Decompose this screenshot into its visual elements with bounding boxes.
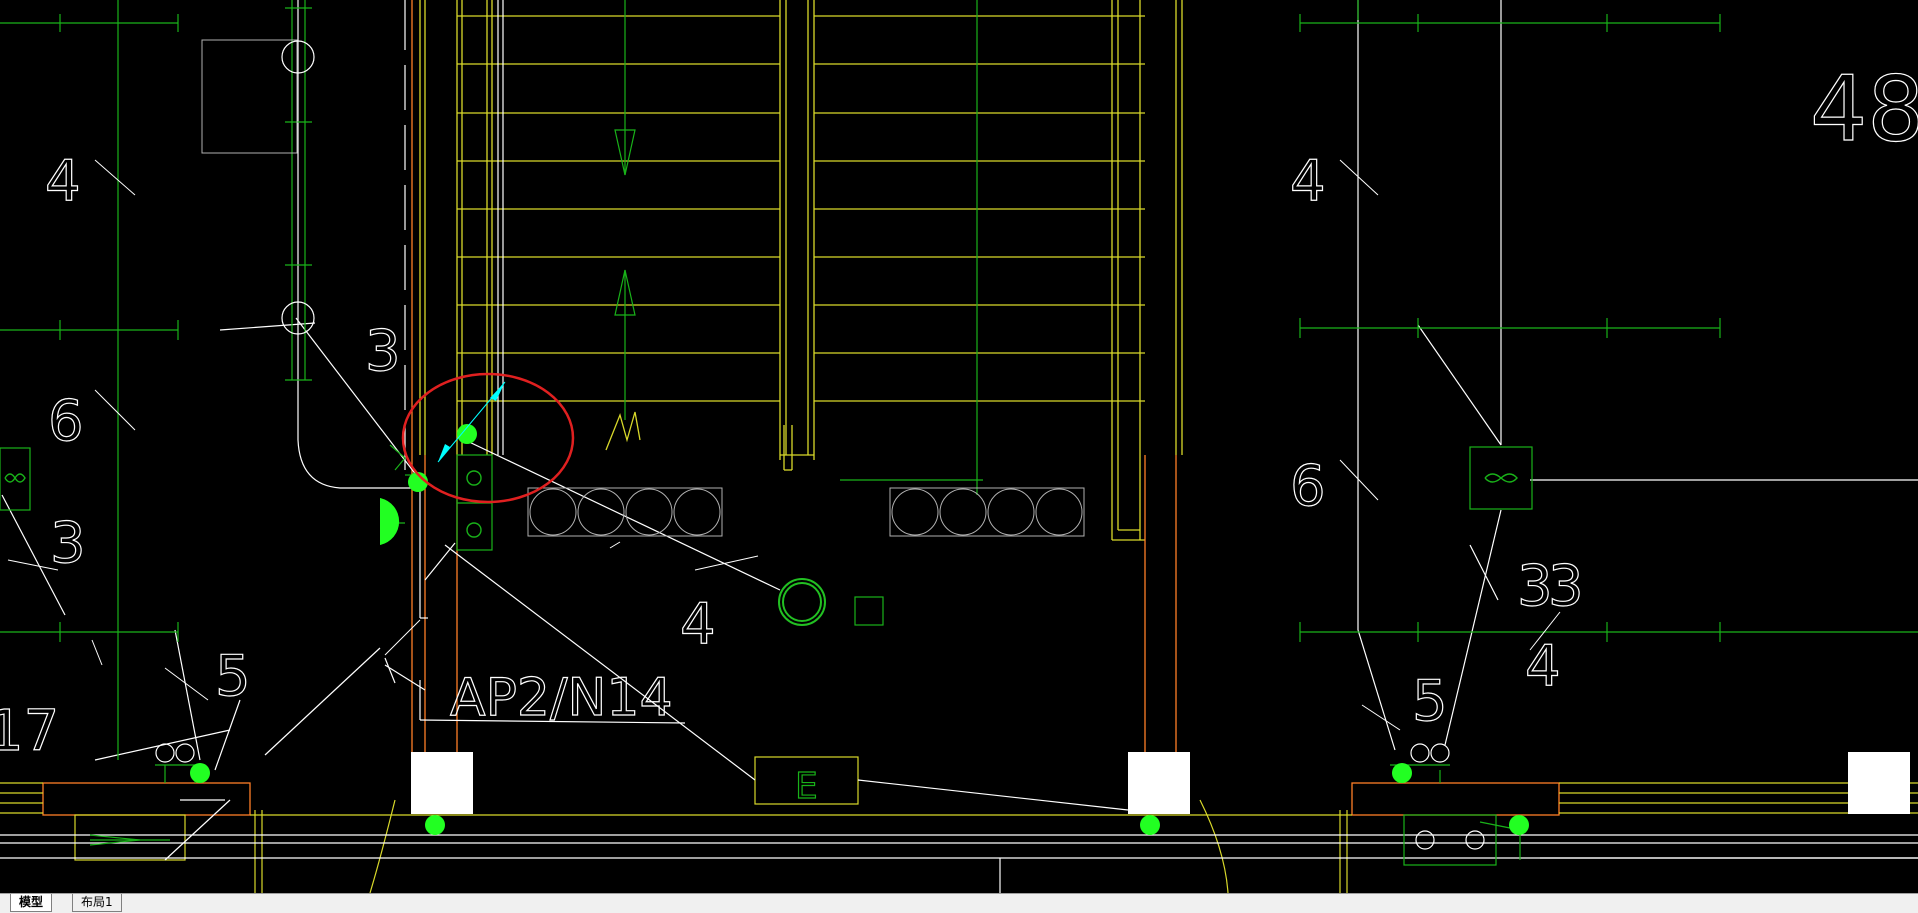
- label-num-3a: 3: [365, 319, 401, 384]
- tab-layout1[interactable]: 布局1: [72, 894, 122, 912]
- label-48: 48: [1810, 57, 1918, 162]
- label-num-4d: 4: [1525, 634, 1561, 699]
- label-circuit-id: AP2/N14: [450, 668, 673, 728]
- label-num-4b: 4: [680, 592, 716, 657]
- cad-application-window: AP2/N14 E 48 4 6 3 3 5 17 4 3 4 6 3 4 5 …: [0, 0, 1918, 913]
- label-num-5b: 5: [1412, 669, 1448, 734]
- layout-tab-bar: 模型 布局1: [0, 893, 1918, 913]
- label-num-3d: 3: [1548, 554, 1584, 619]
- label-num-4a: 4: [45, 149, 81, 214]
- tab-model[interactable]: 模型: [10, 894, 53, 912]
- label-num-6a: 6: [48, 389, 84, 454]
- label-num-17: 17: [0, 699, 59, 764]
- cad-drawing-canvas[interactable]: AP2/N14 E 48 4 6 3 3 5 17 4 3 4 6 3 4 5: [0, 0, 1918, 893]
- label-num-3b: 3: [50, 511, 86, 576]
- label-panel-e: E: [795, 766, 818, 807]
- label-num-5a: 5: [215, 644, 251, 709]
- label-num-6b: 6: [1290, 454, 1326, 519]
- label-num-4c: 4: [1290, 149, 1326, 214]
